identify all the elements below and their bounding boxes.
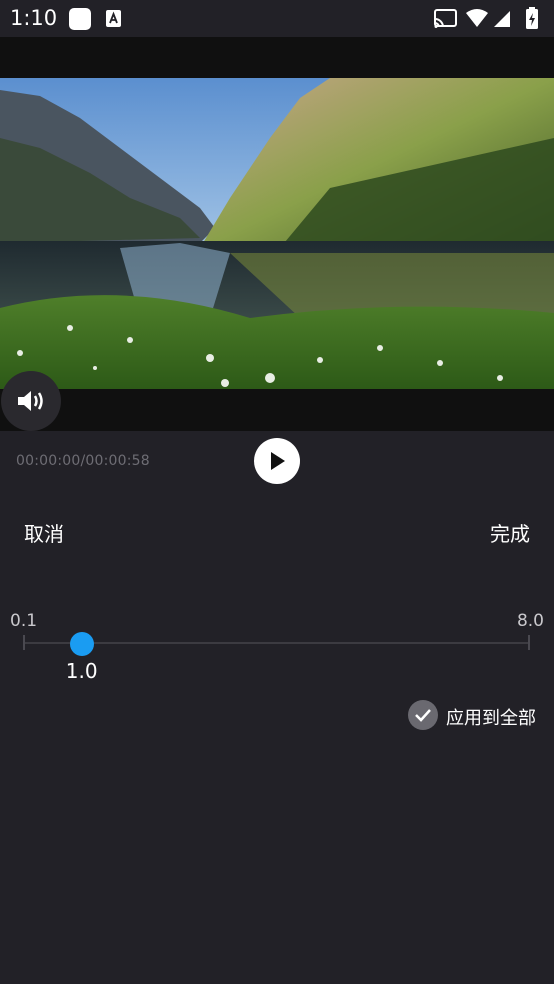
slider-max-label: 8.0	[516, 611, 544, 631]
slider-min-label: 0.1	[10, 611, 38, 631]
cancel-button[interactable]: 取消	[24, 518, 64, 547]
status-time: 1:10	[10, 6, 58, 30]
slider-thumb[interactable]	[69, 632, 94, 656]
check-icon	[415, 709, 431, 722]
play-icon	[271, 452, 285, 470]
video-frame[interactable]	[0, 78, 554, 389]
slider-current-value: 1.0	[65, 659, 98, 683]
volume-icon	[18, 391, 43, 411]
timecode-label: 00:00:00/00:00:58	[16, 453, 150, 469]
square-notification-icon	[69, 8, 91, 30]
signal-icon	[494, 11, 510, 27]
slider-min-tick	[23, 635, 25, 650]
a-notification-icon	[106, 10, 121, 27]
cast-icon	[434, 9, 457, 28]
slider-track[interactable]	[24, 642, 530, 644]
wifi-icon	[466, 9, 488, 27]
battery-charging-icon	[526, 7, 538, 29]
play-button[interactable]	[254, 438, 300, 484]
done-button[interactable]: 完成	[490, 518, 530, 547]
slider-max-tick	[528, 635, 530, 650]
volume-button[interactable]	[1, 371, 61, 431]
video-preview-area	[0, 37, 554, 431]
apply-all-label[interactable]: 应用到全部	[446, 704, 536, 730]
apply-all-checkbox[interactable]	[408, 700, 438, 730]
status-bar: 1:10	[0, 0, 554, 37]
status-icons	[434, 7, 538, 29]
